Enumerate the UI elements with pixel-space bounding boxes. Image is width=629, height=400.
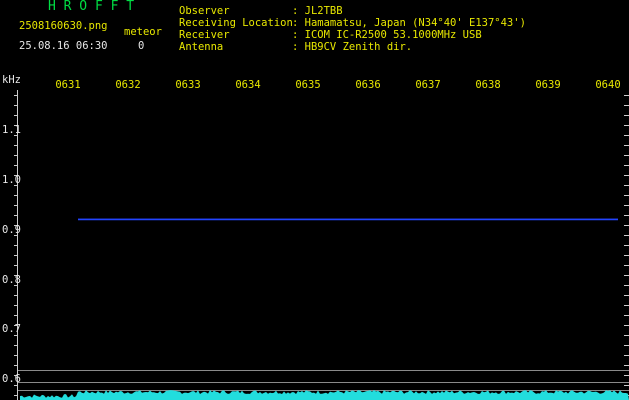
spectrogram-plot: [14, 90, 629, 400]
x-tick-label: 0637: [415, 79, 441, 91]
y-tick-label: 1.0: [2, 174, 21, 186]
y-tick-label: 0.8: [2, 274, 21, 286]
x-tick-label: 0633: [175, 79, 201, 91]
noise-floor: [20, 390, 629, 400]
right-edge-ticks: [624, 95, 629, 396]
x-tick-label: 0636: [355, 79, 381, 91]
x-tick-label: 0635: [295, 79, 321, 91]
y-tick-label: 1.1: [2, 124, 21, 136]
x-tick-label: 0634: [235, 79, 261, 91]
x-tick-label: 0632: [115, 79, 141, 91]
y-axis-unit: kHz: [2, 74, 21, 86]
x-tick-label: 0638: [475, 79, 501, 91]
x-tick-label: 0631: [55, 79, 81, 91]
y-tick-label: 0.6: [2, 373, 21, 385]
y-tick-label: 0.7: [2, 323, 21, 335]
y-tick-label: 0.9: [2, 224, 21, 236]
x-tick-label: 0639: [535, 79, 561, 91]
x-tick-label: 0640: [595, 79, 621, 91]
